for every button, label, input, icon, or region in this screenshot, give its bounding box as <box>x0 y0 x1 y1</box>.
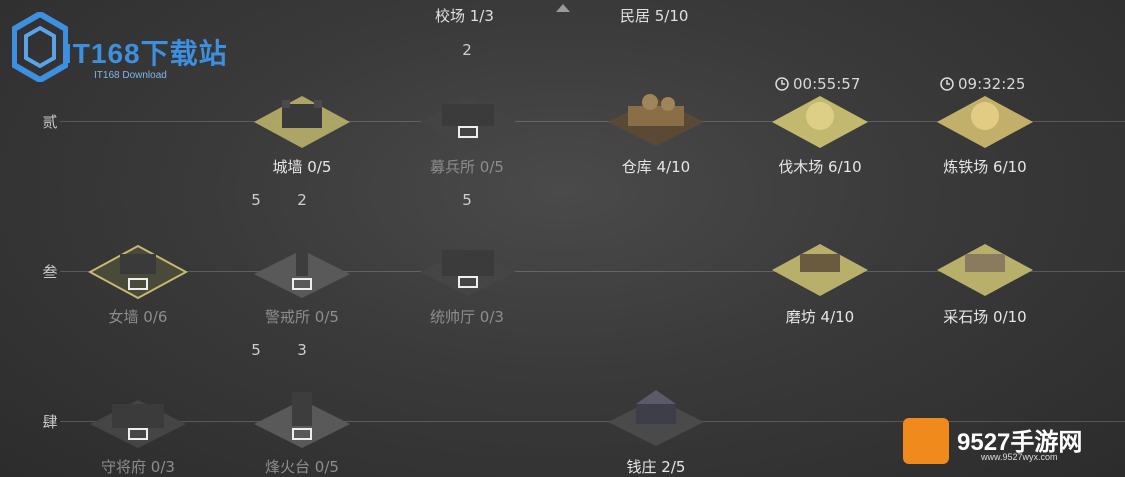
smithy-tile[interactable] <box>935 92 1035 152</box>
training-ground-label[interactable]: 校场 1/3 <box>435 5 494 26</box>
requirement-number: 2 <box>462 41 472 59</box>
lumber-yard-timer: 00:55:57 <box>775 75 860 93</box>
quarry-tile[interactable] <box>935 240 1035 300</box>
clock-icon <box>775 77 789 91</box>
mill-tile[interactable] <box>770 240 870 300</box>
recruit-office-tile[interactable] <box>418 90 518 150</box>
residence-label[interactable]: 民居 5/10 <box>620 5 688 26</box>
collapse-arrow-icon[interactable] <box>556 4 570 12</box>
lock-icon <box>292 278 312 290</box>
bank-name: 钱庄 2/5 <box>626 458 686 476</box>
it168-subtitle: IT168 Download <box>94 70 167 81</box>
guard-post-tile[interactable] <box>252 242 352 302</box>
lock-icon <box>128 428 148 440</box>
command-hall-name: 统帅厅 0/3 <box>430 308 504 326</box>
requirement-number: 5 <box>462 191 472 209</box>
it168-logo-icon <box>12 12 68 82</box>
lock-icon <box>458 276 478 288</box>
smithy-timer-text: 09:32:25 <box>958 75 1026 93</box>
warehouse-tile[interactable] <box>606 88 706 148</box>
guard-post-name: 警戒所 0/5 <box>265 308 339 326</box>
command-hall-tile[interactable] <box>418 240 518 300</box>
site-url: www.9527wyx.com <box>981 452 1058 462</box>
smithy-name: 炼铁场 6/10 <box>943 158 1027 176</box>
horse-logo-icon <box>903 418 949 464</box>
it168-watermark: IT168下载站 IT168 Download <box>12 12 252 87</box>
requirement-number: 5 <box>251 191 261 209</box>
smithy-timer: 09:32:25 <box>940 75 1025 93</box>
clock-icon <box>940 77 954 91</box>
requirement-number: 2 <box>297 191 307 209</box>
city-wall-tile[interactable] <box>252 92 352 152</box>
row-label-4: 肆 <box>42 413 58 431</box>
city-wall-name: 城墙 0/5 <box>272 158 332 176</box>
quarry-name: 采石场 0/10 <box>943 308 1027 326</box>
row-label-2: 贰 <box>42 113 58 131</box>
requirement-number: 3 <box>297 341 307 359</box>
requirement-number: 5 <box>251 341 261 359</box>
beacon-tower-tile[interactable] <box>252 388 352 452</box>
lock-icon <box>128 278 148 290</box>
lumber-yard-tile[interactable] <box>770 92 870 152</box>
lock-icon <box>292 428 312 440</box>
parapet-name: 女墙 0/6 <box>108 308 168 326</box>
general-mansion-name: 守将府 0/3 <box>101 458 175 476</box>
site-watermark: 9527手游网 www.9527wyx.com <box>903 418 1113 468</box>
bank-tile[interactable] <box>606 390 706 450</box>
lumber-yard-timer-text: 00:55:57 <box>793 75 861 93</box>
row-label-3: 叁 <box>42 263 58 281</box>
recruit-office-name: 募兵所 0/5 <box>430 158 504 176</box>
general-mansion-tile[interactable] <box>88 392 188 452</box>
beacon-tower-name: 烽火台 0/5 <box>265 458 339 476</box>
parapet-tile[interactable] <box>87 242 189 302</box>
lock-icon <box>458 126 478 138</box>
lumber-yard-name: 伐木场 6/10 <box>778 158 862 176</box>
warehouse-name: 仓库 4/10 <box>621 158 691 176</box>
mill-name: 磨坊 4/10 <box>785 308 855 326</box>
building-tree-screen: IT168下载站 IT168 Download 校场 1/3 民居 5/10 贰… <box>0 0 1125 477</box>
it168-title: IT168下载站 <box>64 38 228 69</box>
